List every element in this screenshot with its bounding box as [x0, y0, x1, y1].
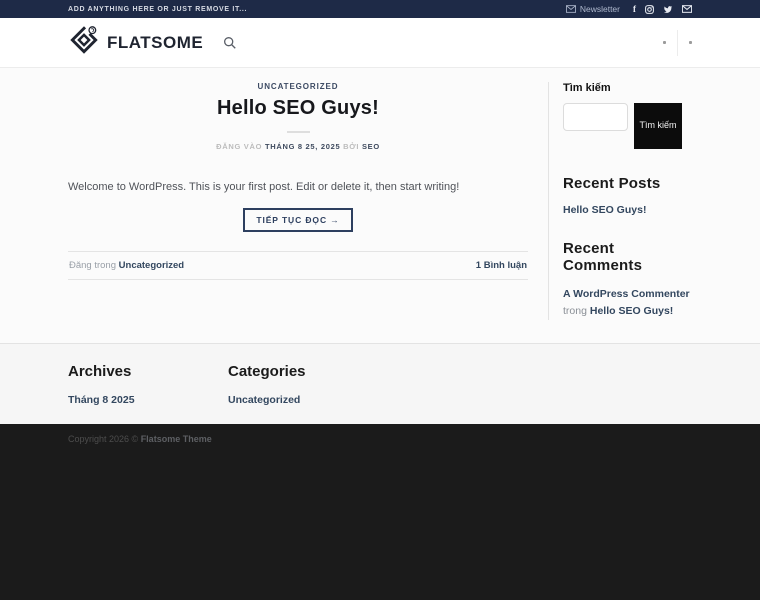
copyright-text: Copyright 2026 © Flatsome Theme: [68, 434, 692, 444]
header-divider: [677, 29, 678, 56]
post-excerpt: Welcome to WordPress. This is your first…: [68, 181, 460, 193]
copyright-brand: Flatsome Theme: [140, 434, 212, 444]
topbar-right: Newsletter f: [565, 4, 692, 14]
post-footer-meta: Đăng trong Uncategorized 1 Bình luận: [68, 251, 528, 281]
sidebar-search-input[interactable]: [563, 103, 628, 131]
title-divider: [286, 131, 310, 133]
meta-author-link[interactable]: SEO: [362, 142, 380, 151]
search-widget-label: Tìm kiếm: [563, 82, 611, 94]
posted-in-label: Đăng trong: [69, 260, 117, 272]
categories-title: Categories: [228, 363, 306, 380]
post-category-link[interactable]: UNCATEGORIZED: [68, 82, 528, 91]
search-widget: Tìm kiếm: [563, 103, 697, 149]
site-logo[interactable]: FLATSOME: [68, 24, 203, 61]
post-title: Hello SEO Guys!: [217, 97, 379, 119]
comment-post-link[interactable]: Hello SEO Guys!: [590, 305, 673, 317]
categories-widget: Categories Uncategorized: [228, 363, 388, 424]
comment-connector: trong: [563, 304, 587, 317]
read-more-button[interactable]: TIẾP TỤC ĐỌC →: [243, 208, 353, 233]
header-menu-dot-1[interactable]: [663, 41, 666, 44]
facebook-icon[interactable]: f: [633, 5, 636, 14]
post-meta: ĐĂNG VÀO THÁNG 8 25, 2025 BỞI SEO: [68, 142, 528, 151]
post-article: UNCATEGORIZED Hello SEO Guys! ĐĂNG VÀO T…: [68, 82, 528, 320]
meta-date: THÁNG 8 25, 2025: [264, 142, 341, 151]
meta-by: BỞI: [343, 142, 360, 151]
recent-comment-item: A WordPress Commenter trong Hello SEO Gu…: [563, 286, 701, 320]
footer-widgets: Archives Tháng 8 2025 Categories Uncateg…: [0, 343, 760, 424]
page: ADD ANYTHING HERE OR JUST REMOVE IT... N…: [0, 0, 760, 600]
header-menu-dot-2[interactable]: [689, 41, 692, 44]
sidebar-search-button[interactable]: Tìm kiếm: [634, 103, 682, 149]
recent-comments-title: Recent Comments: [563, 240, 643, 274]
flatsome-diamond-icon: [68, 24, 100, 61]
logo-text: FLATSOME: [107, 32, 204, 52]
site-header: FLATSOME: [0, 18, 760, 68]
recent-posts-title: Recent Posts: [563, 175, 661, 192]
topbar-message: ADD ANYTHING HERE OR JUST REMOVE IT...: [68, 5, 248, 13]
absolute-footer: Copyright 2026 © Flatsome Theme: [0, 424, 760, 600]
category-link[interactable]: Uncategorized: [228, 394, 300, 406]
social-icons: f: [633, 5, 692, 14]
envelope-icon: [565, 5, 576, 13]
newsletter-label: Newsletter: [579, 4, 620, 14]
header-right-menu: [663, 29, 692, 56]
read-more-row: TIẾP TỤC ĐỌC →: [68, 208, 528, 233]
top-bar: ADD ANYTHING HERE OR JUST REMOVE IT... N…: [0, 0, 760, 18]
comments-count-link[interactable]: 1 Bình luận: [476, 260, 527, 271]
search-icon[interactable]: [223, 36, 237, 50]
meta-posted-on: ĐĂNG VÀO: [216, 142, 263, 151]
archives-title: Archives: [68, 363, 132, 380]
archives-widget: Archives Tháng 8 2025: [68, 363, 228, 424]
email-icon[interactable]: [682, 5, 692, 13]
newsletter-link[interactable]: Newsletter: [565, 4, 620, 14]
posted-in-category-link[interactable]: Uncategorized: [119, 260, 184, 271]
archive-link[interactable]: Tháng 8 2025: [68, 394, 135, 406]
main-content: UNCATEGORIZED Hello SEO Guys! ĐĂNG VÀO T…: [0, 68, 760, 343]
comment-author-link[interactable]: A WordPress Commenter: [563, 288, 690, 300]
copyright-prefix: Copyright 2026 ©: [68, 434, 141, 444]
sidebar: Tìm kiếm Tìm kiếm Recent Posts Hello SEO…: [548, 82, 697, 320]
instagram-icon[interactable]: [645, 4, 654, 14]
recent-post-link[interactable]: Hello SEO Guys!: [563, 204, 646, 216]
twitter-icon[interactable]: [663, 5, 673, 14]
